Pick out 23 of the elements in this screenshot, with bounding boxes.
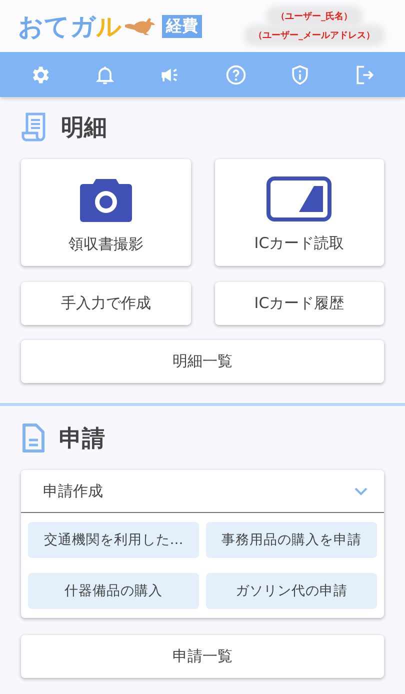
request-type-chip[interactable]: 什器備品の購入	[28, 573, 199, 609]
user-email: （ユーザー_メールアドレス）	[248, 29, 381, 42]
card-icon	[266, 176, 332, 222]
logo-badge: 経費	[162, 14, 202, 38]
ic-card-read-button[interactable]: ICカード読取	[214, 159, 384, 266]
menu-button[interactable]: 手入力で作成	[21, 282, 190, 325]
request-type-chip[interactable]: 交通機関を利用した…	[28, 522, 199, 558]
section-title: 明細	[61, 114, 107, 142]
logo-text: おてガ	[18, 10, 96, 42]
help-icon[interactable]	[224, 64, 247, 86]
list-button[interactable]: 申請一覧	[21, 635, 384, 678]
list-button[interactable]: 明細一覧	[21, 340, 384, 383]
menu-button[interactable]: ICカード履歴	[214, 282, 384, 325]
receipt-icon	[21, 112, 47, 142]
request-type-chip[interactable]: 事務用品の購入を申請	[206, 522, 377, 558]
request-type-chip[interactable]: ガソリン代の申請	[206, 573, 377, 609]
chevron-down-icon	[354, 486, 368, 496]
logo-text: ル	[96, 10, 122, 42]
section-title: 申請	[59, 424, 105, 454]
receipt-photo-button[interactable]: 領収書撮影	[21, 159, 190, 266]
user-name: （ユーザー_氏名）	[270, 10, 358, 23]
document-icon	[21, 423, 45, 453]
dropdown-header[interactable]: 申請作成	[21, 470, 384, 513]
